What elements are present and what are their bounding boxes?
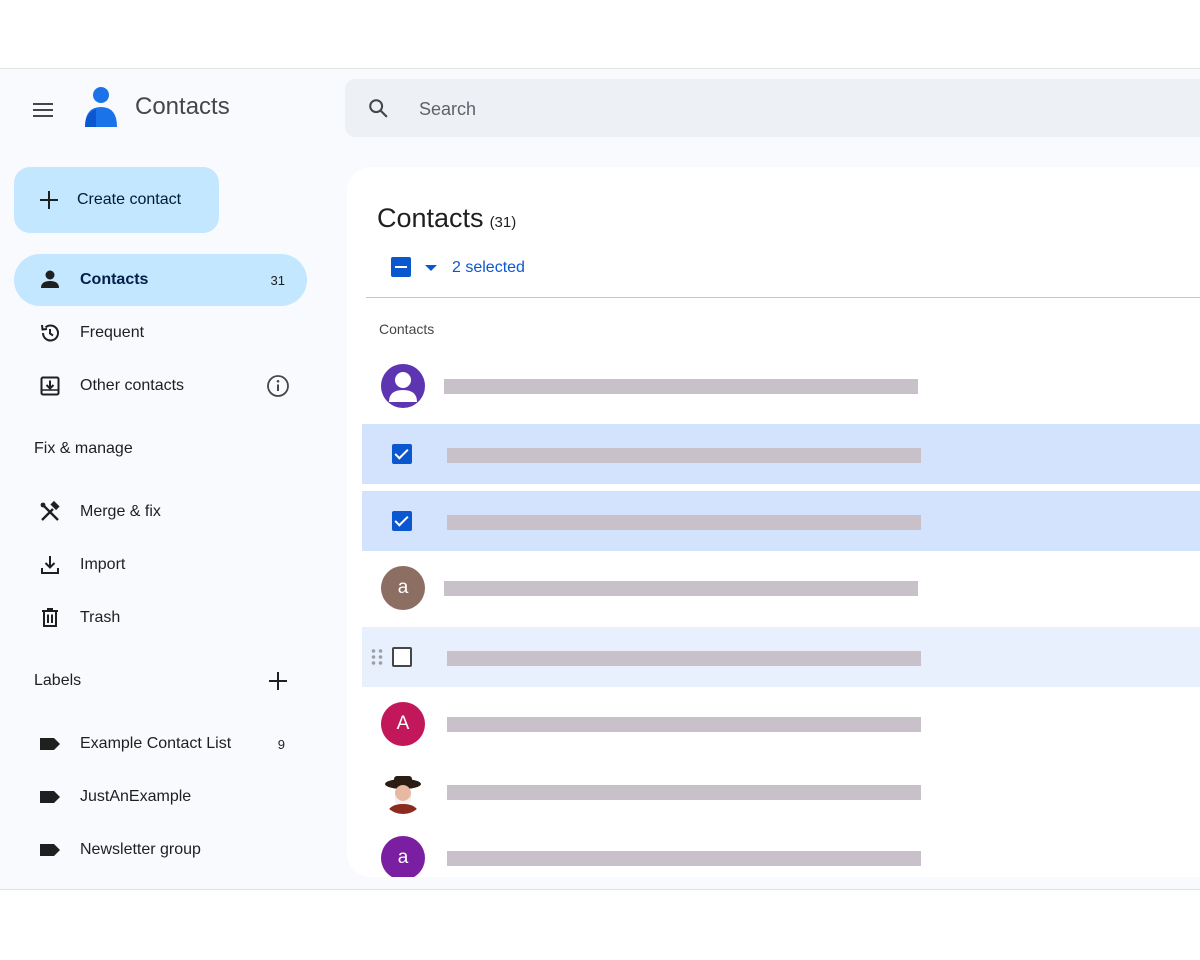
selection-count: 2 selected: [452, 259, 525, 276]
fix-manage-heading: Fix & manage: [34, 440, 133, 457]
create-contact-label: Create contact: [77, 191, 182, 208]
redacted-contact-info: [447, 651, 921, 666]
sidebar-item-label: Frequent: [80, 324, 145, 341]
avatar[interactable]: [381, 364, 425, 408]
contacts-app: Contacts Create contact Contacts 31 Freq…: [0, 68, 1200, 890]
sidebar-label-justanexample[interactable]: JustAnExample: [14, 771, 307, 823]
page-title: Contacts (31): [377, 203, 516, 234]
import-icon: [41, 556, 59, 574]
contact-row[interactable]: [362, 355, 1200, 415]
redacted-contact-info: [447, 515, 921, 530]
sidebar-item-trash[interactable]: Trash: [14, 592, 307, 644]
redacted-contact-info: [447, 851, 921, 866]
row-checkbox[interactable]: [392, 511, 412, 531]
plus-icon: [40, 191, 58, 209]
sidebar-label-example-contact-list[interactable]: Example Contact List 9: [14, 718, 307, 770]
sidebar-item-label: Example Contact List: [80, 735, 232, 752]
sidebar-item-import[interactable]: Import: [14, 539, 307, 591]
sidebar-item-label: Contacts: [80, 271, 149, 288]
page-title-text: Contacts: [377, 203, 484, 233]
sidebar-item-label: Merge & fix: [80, 503, 161, 520]
select-all-checkbox[interactable]: [391, 257, 411, 277]
sidebar-item-contacts[interactable]: Contacts 31: [14, 254, 307, 306]
add-label-icon[interactable]: [266, 669, 290, 693]
contact-row[interactable]: a: [362, 557, 1200, 617]
contact-row[interactable]: [362, 491, 1200, 551]
avatar[interactable]: a: [381, 566, 425, 610]
sidebar-item-merge-fix[interactable]: Merge & fix: [14, 486, 307, 538]
avatar[interactable]: a: [381, 836, 425, 877]
trash-icon: [42, 608, 58, 627]
redacted-contact-info: [444, 379, 918, 394]
label-icon: [40, 791, 60, 803]
sidebar-label-newsletter-group[interactable]: Newsletter group: [14, 824, 307, 876]
list-header: Contacts: [379, 321, 435, 337]
sidebar-item-label: Newsletter group: [80, 841, 201, 858]
profile-photo-icon: [385, 776, 421, 814]
avatar[interactable]: A: [381, 702, 425, 746]
redacted-contact-info: [447, 448, 921, 463]
contact-row[interactable]: a: [362, 827, 1200, 877]
drag-handle-icon[interactable]: [370, 647, 384, 667]
search-input[interactable]: [417, 93, 1021, 125]
contact-row[interactable]: [362, 627, 1200, 687]
person-icon: [41, 270, 59, 288]
contact-row[interactable]: [362, 761, 1200, 821]
contacts-list-panel: Contacts (31) 2 selected Contacts a A a: [347, 167, 1200, 877]
chevron-down-icon[interactable]: [425, 265, 437, 271]
redacted-contact-info: [447, 717, 921, 732]
create-contact-button[interactable]: Create contact: [14, 167, 219, 233]
contact-row[interactable]: [362, 424, 1200, 484]
row-checkbox[interactable]: [392, 444, 412, 464]
search-bar[interactable]: [345, 79, 1200, 137]
contact-count: (31): [489, 214, 517, 231]
default-avatar-icon: [389, 372, 417, 402]
contacts-count: 31: [270, 273, 285, 288]
app-title: Contacts: [135, 93, 230, 120]
sidebar-item-label: Import: [80, 556, 126, 573]
sidebar-item-label: Other contacts: [80, 377, 185, 394]
label-count: 9: [277, 737, 285, 752]
label-icon: [40, 738, 60, 750]
label-icon: [40, 844, 60, 856]
contact-row[interactable]: A: [362, 693, 1200, 753]
row-checkbox[interactable]: [392, 647, 412, 667]
contacts-logo-icon: [85, 87, 117, 127]
divider: [366, 297, 1200, 298]
history-icon: [41, 324, 59, 342]
redacted-contact-info: [447, 785, 921, 800]
labels-heading: Labels: [34, 672, 82, 689]
search-icon[interactable]: [367, 97, 389, 119]
sidebar-item-frequent[interactable]: Frequent: [14, 307, 307, 359]
avatar-photo[interactable]: [381, 770, 425, 814]
merge-fix-icon: [40, 500, 60, 521]
sidebar-item-label: JustAnExample: [80, 788, 192, 805]
redacted-contact-info: [444, 581, 918, 596]
sidebar-item-label: Trash: [80, 609, 121, 626]
inbox-download-icon: [40, 376, 60, 396]
menu-icon[interactable]: [30, 99, 56, 119]
info-icon[interactable]: [266, 374, 290, 398]
sidebar-item-other-contacts[interactable]: Other contacts: [14, 360, 307, 412]
